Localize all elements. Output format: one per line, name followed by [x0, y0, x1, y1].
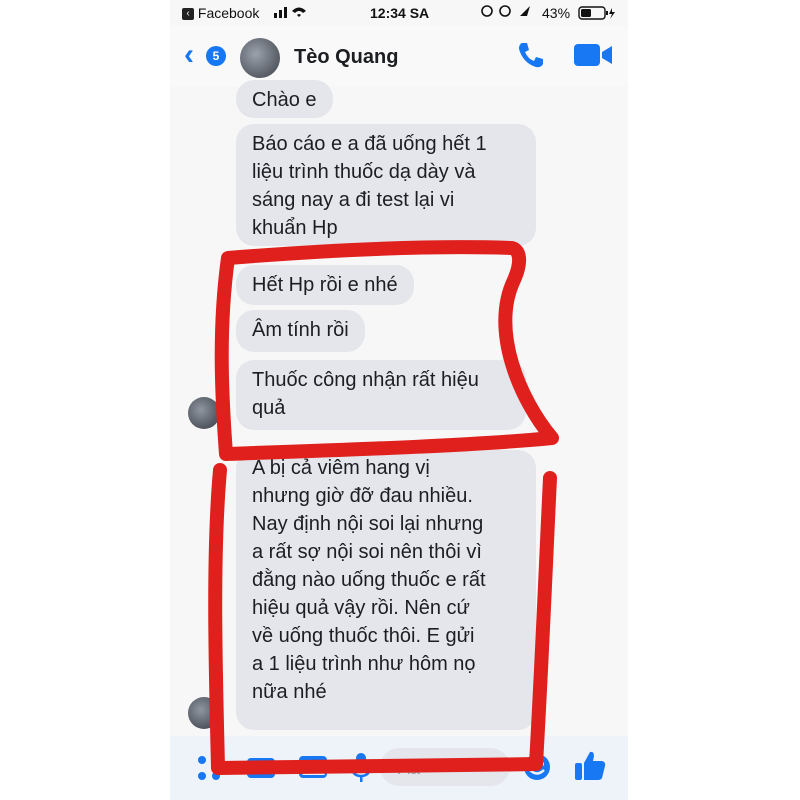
red-annotation-marks	[208, 240, 559, 775]
red-annotation-box	[214, 240, 559, 461]
red-annotation-bracket	[208, 463, 557, 775]
